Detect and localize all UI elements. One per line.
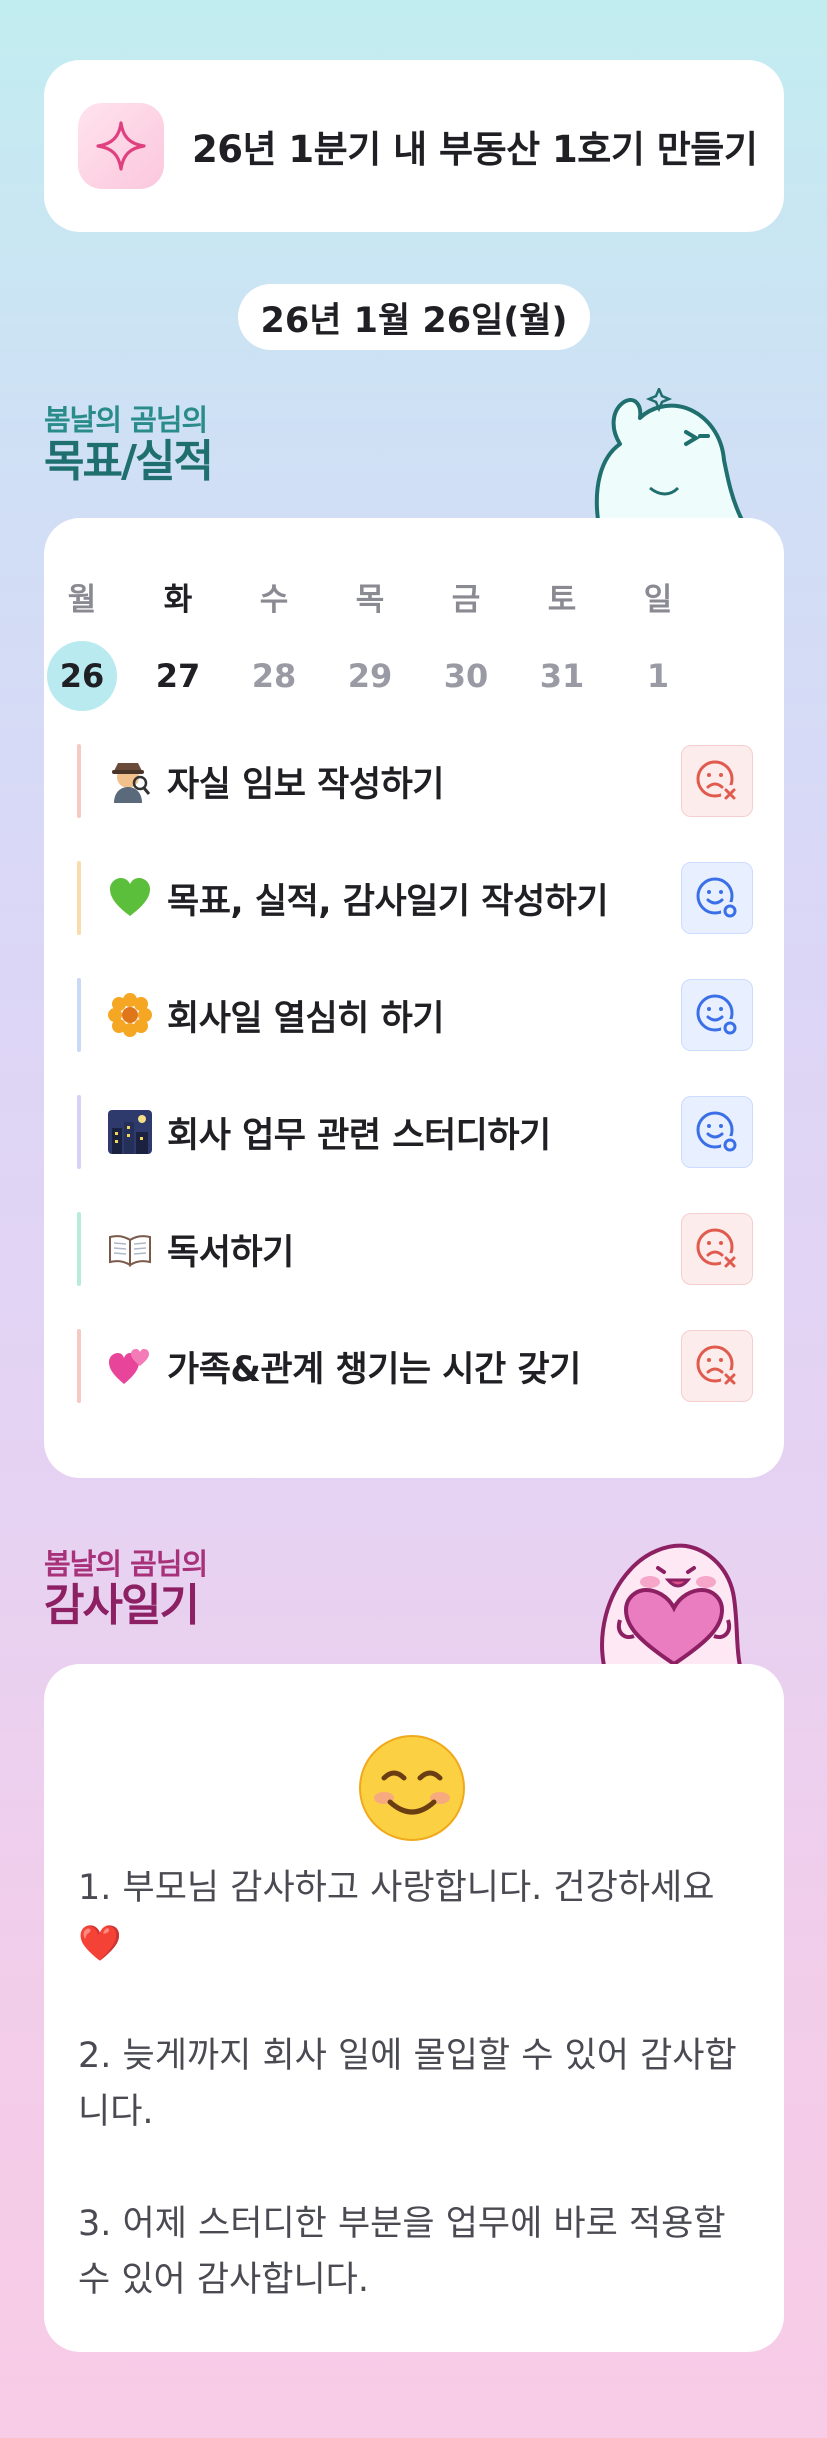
status-done-button[interactable]	[681, 862, 753, 934]
status-fail-button[interactable]	[681, 1213, 753, 1285]
date-cell-selected[interactable]: 26	[34, 641, 130, 711]
status-done-button[interactable]	[681, 1096, 753, 1168]
weekday-label: 일	[643, 582, 673, 618]
todo-label: 가족&관계 챙기는 시간 갖기	[167, 1349, 581, 1390]
todo-color-bar	[77, 1329, 81, 1403]
todo-label: 회사일 열심히 하기	[167, 998, 444, 1039]
date-cell[interactable]: 27	[130, 641, 226, 711]
date-cell[interactable]: 28	[226, 641, 322, 711]
todo-item[interactable]: 가족&관계 챙기는 시간 갖기	[77, 1329, 753, 1403]
weekday-label: 금	[451, 582, 481, 618]
todo-item[interactable]: 독서하기	[77, 1212, 753, 1286]
status-done-button[interactable]	[681, 979, 753, 1051]
sad-face-x-icon	[696, 1228, 739, 1271]
thanks-entry: 3. 어제 스터디한 부분을 업무에 바로 적용할 수 있어 감사합니다.	[78, 2204, 726, 2300]
smile-face-check-icon	[696, 877, 739, 920]
todo-color-bar	[77, 978, 81, 1052]
date-cell[interactable]: 29	[322, 641, 418, 711]
status-fail-button[interactable]	[681, 1330, 753, 1402]
goal-card[interactable]: 26년 1분기 내 부동산 1호기 만들기	[44, 60, 784, 232]
smile-face-check-icon	[696, 994, 739, 1037]
weekday-label: 월	[67, 582, 97, 618]
date-selector[interactable]: 26년 1월 26일(월)	[238, 284, 590, 350]
blossom-emoji-icon	[107, 992, 153, 1038]
todo-label: 목표, 실적, 감사일기 작성하기	[167, 881, 609, 922]
thanks-section-title: 감사일기	[44, 1580, 200, 1631]
thanks-diary-text: 1. 부모님 감사하고 사랑합니다. 건강하세요❤️ 2. 늦게까지 회사 일에…	[78, 1860, 748, 2308]
todo-item[interactable]: 목표, 실적, 감사일기 작성하기	[77, 861, 753, 935]
thanks-entry: 2. 늦게까지 회사 일에 몰입할 수 있어 감사합니다.	[78, 2036, 737, 2132]
week-date-row: 26 27 28 29 30 31 1	[34, 641, 706, 711]
ghost-mascot-waving-icon	[594, 388, 744, 520]
week-day-header: 월 화 수 목 금 토 일	[34, 574, 706, 619]
sad-face-x-icon	[696, 760, 739, 803]
two-hearts-emoji-icon	[107, 1343, 153, 1389]
todo-color-bar	[77, 1212, 81, 1286]
date-cell[interactable]: 1	[610, 641, 706, 711]
green-heart-emoji-icon	[107, 875, 153, 921]
todo-item[interactable]: 회사일 열심히 하기	[77, 978, 753, 1052]
todo-color-bar	[77, 1095, 81, 1169]
smile-face-check-icon	[696, 1111, 739, 1154]
todo-label: 회사 업무 관련 스터디하기	[167, 1115, 551, 1156]
date-cell[interactable]: 31	[514, 641, 610, 711]
open-book-emoji-icon	[107, 1226, 153, 1272]
status-fail-button[interactable]	[681, 745, 753, 817]
todo-label: 자실 임보 작성하기	[167, 764, 444, 805]
weekday-label: 화	[163, 582, 193, 618]
weekday-label: 수	[259, 582, 289, 618]
sad-face-x-icon	[696, 1345, 739, 1388]
ghost-mascot-heart-icon	[600, 1543, 743, 1666]
sparkle-icon	[78, 103, 164, 189]
todo-item[interactable]: 자실 임보 작성하기	[77, 744, 753, 818]
todo-item[interactable]: 회사 업무 관련 스터디하기	[77, 1095, 753, 1169]
weekday-label: 목	[355, 582, 385, 618]
detective-emoji-icon	[107, 758, 153, 804]
date-cell[interactable]: 30	[418, 641, 514, 711]
smiling-face-icon	[359, 1735, 465, 1841]
night-city-emoji-icon	[107, 1109, 153, 1155]
todo-color-bar	[77, 744, 81, 818]
weekday-label: 토	[547, 582, 577, 618]
goals-section-title: 목표/실적	[44, 436, 214, 487]
thanks-entry: 1. 부모님 감사하고 사랑합니다. 건강하세요❤️	[78, 1868, 715, 1964]
todo-label: 독서하기	[167, 1232, 294, 1273]
goal-title: 26년 1분기 내 부동산 1호기 만들기	[192, 128, 758, 171]
todo-color-bar	[77, 861, 81, 935]
